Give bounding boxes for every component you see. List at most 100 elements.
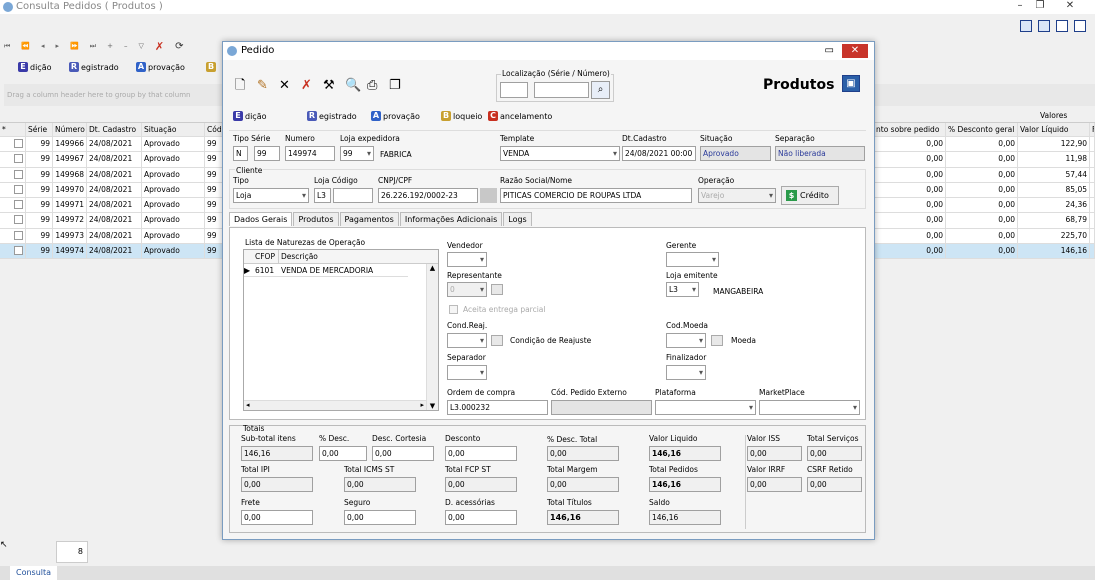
pdesc-input[interactable]: 0,00 — [319, 446, 367, 461]
col-desc-pedido[interactable]: nto sobre pedido — [874, 123, 946, 136]
list-item[interactable]: ▶ 6101 VENDA DE MERCADORIA — [244, 264, 408, 277]
close-icon[interactable]: ✕ — [1055, 0, 1085, 12]
row-checkbox[interactable] — [14, 184, 23, 194]
new-icon[interactable]: 🗋 — [235, 79, 245, 93]
bg-action-registrado[interactable]: Registrado — [69, 62, 119, 72]
tab-logs[interactable]: Logs — [503, 212, 532, 226]
cancel-icon[interactable]: ✗ — [301, 79, 312, 93]
seguro-input[interactable]: 0,00 — [344, 510, 416, 525]
layout-tool-icon[interactable] — [1038, 20, 1050, 32]
next-record-icon[interactable]: ▸ — [56, 42, 60, 50]
tab-dados-gerais[interactable]: Dados Gerais — [229, 212, 293, 226]
bg-action-bloqueio[interactable]: B — [206, 62, 216, 72]
nat-hscroll[interactable]: ◂ ▸ — [244, 400, 426, 410]
cnpj-lookup-button[interactable] — [480, 188, 497, 203]
ctipo-select[interactable]: Loja — [233, 188, 309, 203]
action-bloqueio[interactable]: Bloqueio — [441, 111, 482, 121]
marketplace-select[interactable] — [759, 400, 860, 415]
tipo-input[interactable]: N — [233, 146, 248, 161]
next-page-icon[interactable]: ⏩ — [70, 42, 79, 50]
dialog-close-icon[interactable]: ✕ — [842, 44, 868, 58]
frete-input[interactable]: 0,00 — [241, 510, 313, 525]
plataforma-select[interactable] — [655, 400, 756, 415]
representante-lookup-icon[interactable] — [491, 284, 503, 295]
filter-icon[interactable]: ▽ — [138, 42, 143, 50]
edit-doc-icon[interactable]: ✎ — [257, 79, 268, 93]
cod-moeda-select[interactable] — [666, 333, 706, 348]
action-edicao[interactable]: Edição — [233, 111, 267, 121]
search-doc-icon[interactable]: 🔍 — [345, 79, 361, 93]
cnpj-input[interactable]: 26.226.192/0002-23 — [378, 188, 478, 203]
split-tool-icon[interactable] — [1056, 20, 1068, 32]
scroll-right-icon[interactable]: ▸ — [420, 401, 424, 409]
loc-numero-input[interactable] — [534, 82, 589, 98]
minimize-icon[interactable]: – — [1010, 0, 1030, 12]
tab-produtos[interactable]: Produtos — [293, 212, 339, 226]
restore-icon[interactable]: ❐ — [1030, 0, 1050, 12]
template-select[interactable]: VENDA — [500, 146, 620, 161]
bg-action-aprovacao[interactable]: Aprovação — [136, 62, 185, 72]
copy-icon[interactable]: ❐ — [389, 79, 401, 93]
delete-x-icon[interactable]: ✕ — [279, 79, 290, 93]
cascade-tool-icon[interactable] — [1074, 20, 1086, 32]
col-numero[interactable]: Número — [53, 123, 87, 136]
numero-input[interactable]: 149974 — [285, 146, 335, 161]
first-record-icon[interactable]: ⏮ — [4, 42, 10, 51]
vendedor-select[interactable] — [447, 252, 487, 267]
scroll-up-icon[interactable]: ▲ — [427, 264, 438, 272]
razao-input[interactable]: PITICAS COMERCIO DE ROUPAS LTDA — [500, 188, 692, 203]
window-tool-icon[interactable] — [1020, 20, 1032, 32]
col-f[interactable]: F — [1090, 123, 1095, 136]
action-aprovacao[interactable]: Aprovação — [371, 111, 420, 121]
tools-icon[interactable]: ⚒ — [323, 79, 335, 93]
finalizador-select[interactable] — [666, 365, 706, 380]
lojacod-name-input[interactable] — [333, 188, 373, 203]
tab-pagamentos[interactable]: Pagamentos — [339, 212, 399, 226]
row-checkbox[interactable] — [14, 169, 23, 179]
insert-icon[interactable]: + — [107, 42, 113, 50]
bg-action-edicao[interactable]: Edição — [18, 62, 52, 72]
last-record-icon[interactable]: ⏭ — [90, 42, 96, 51]
nat-col-descricao[interactable]: Descrição — [279, 250, 318, 263]
row-checkbox[interactable] — [14, 154, 23, 164]
lojacod-input[interactable]: L3 — [314, 188, 331, 203]
print-icon[interactable]: ⎙ — [367, 79, 377, 93]
cond-reaj-lookup-icon[interactable] — [491, 335, 503, 346]
scroll-down-icon[interactable]: ▼ — [427, 402, 438, 410]
credito-button[interactable]: Crédito — [781, 186, 839, 205]
cancel-tool-icon[interactable]: ✗ — [155, 40, 164, 53]
desconto-input[interactable]: 0,00 — [445, 446, 517, 461]
dialog-minimize-icon[interactable]: ▭ — [825, 44, 834, 58]
action-registrado[interactable]: Registrado — [307, 111, 357, 121]
refresh-icon[interactable]: ⟳ — [175, 41, 183, 52]
col-valor-liquido[interactable]: Valor Líquido — [1018, 123, 1090, 136]
gerente-select[interactable] — [666, 252, 719, 267]
loc-serie-input[interactable] — [500, 82, 528, 98]
aceita-checkbox[interactable] — [449, 305, 458, 314]
tab-consulta[interactable]: Consulta — [10, 566, 58, 580]
representante-select[interactable]: 0 — [447, 282, 487, 297]
prev-page-icon[interactable]: ⏪ — [21, 42, 30, 50]
col-situacao[interactable]: Situação — [142, 123, 205, 136]
scroll-left-icon[interactable]: ◂ — [246, 401, 250, 409]
prev-record-icon[interactable]: ◂ — [41, 42, 45, 50]
cond-reaj-select[interactable] — [447, 333, 487, 348]
row-checkbox[interactable] — [14, 215, 23, 225]
dacess-input[interactable]: 0,00 — [445, 510, 517, 525]
col-desc-geral[interactable]: % Desconto geral — [946, 123, 1018, 136]
dtcad-input[interactable]: 24/08/2021 00:00 — [622, 146, 696, 161]
row-checkbox[interactable] — [14, 139, 23, 148]
col-dt-cadastro[interactable]: Dt. Cadastro — [87, 123, 142, 136]
separador-select[interactable] — [447, 365, 487, 380]
col-serie[interactable]: Série — [26, 123, 53, 136]
row-checkbox[interactable] — [14, 200, 23, 210]
delete-icon[interactable]: – — [124, 42, 128, 50]
row-checkbox[interactable] — [14, 230, 23, 240]
ordem-input[interactable]: L3.000232 — [447, 400, 548, 415]
action-cancelamento[interactable]: Cancelamento — [488, 111, 552, 121]
serie-input[interactable]: 99 — [254, 146, 280, 161]
tab-informacoes[interactable]: Informações Adicionais — [399, 212, 503, 226]
moeda-lookup-icon[interactable] — [711, 335, 723, 346]
loja-exp-select[interactable]: 99 — [340, 146, 374, 161]
search-icon[interactable]: ⌕ — [591, 81, 610, 99]
